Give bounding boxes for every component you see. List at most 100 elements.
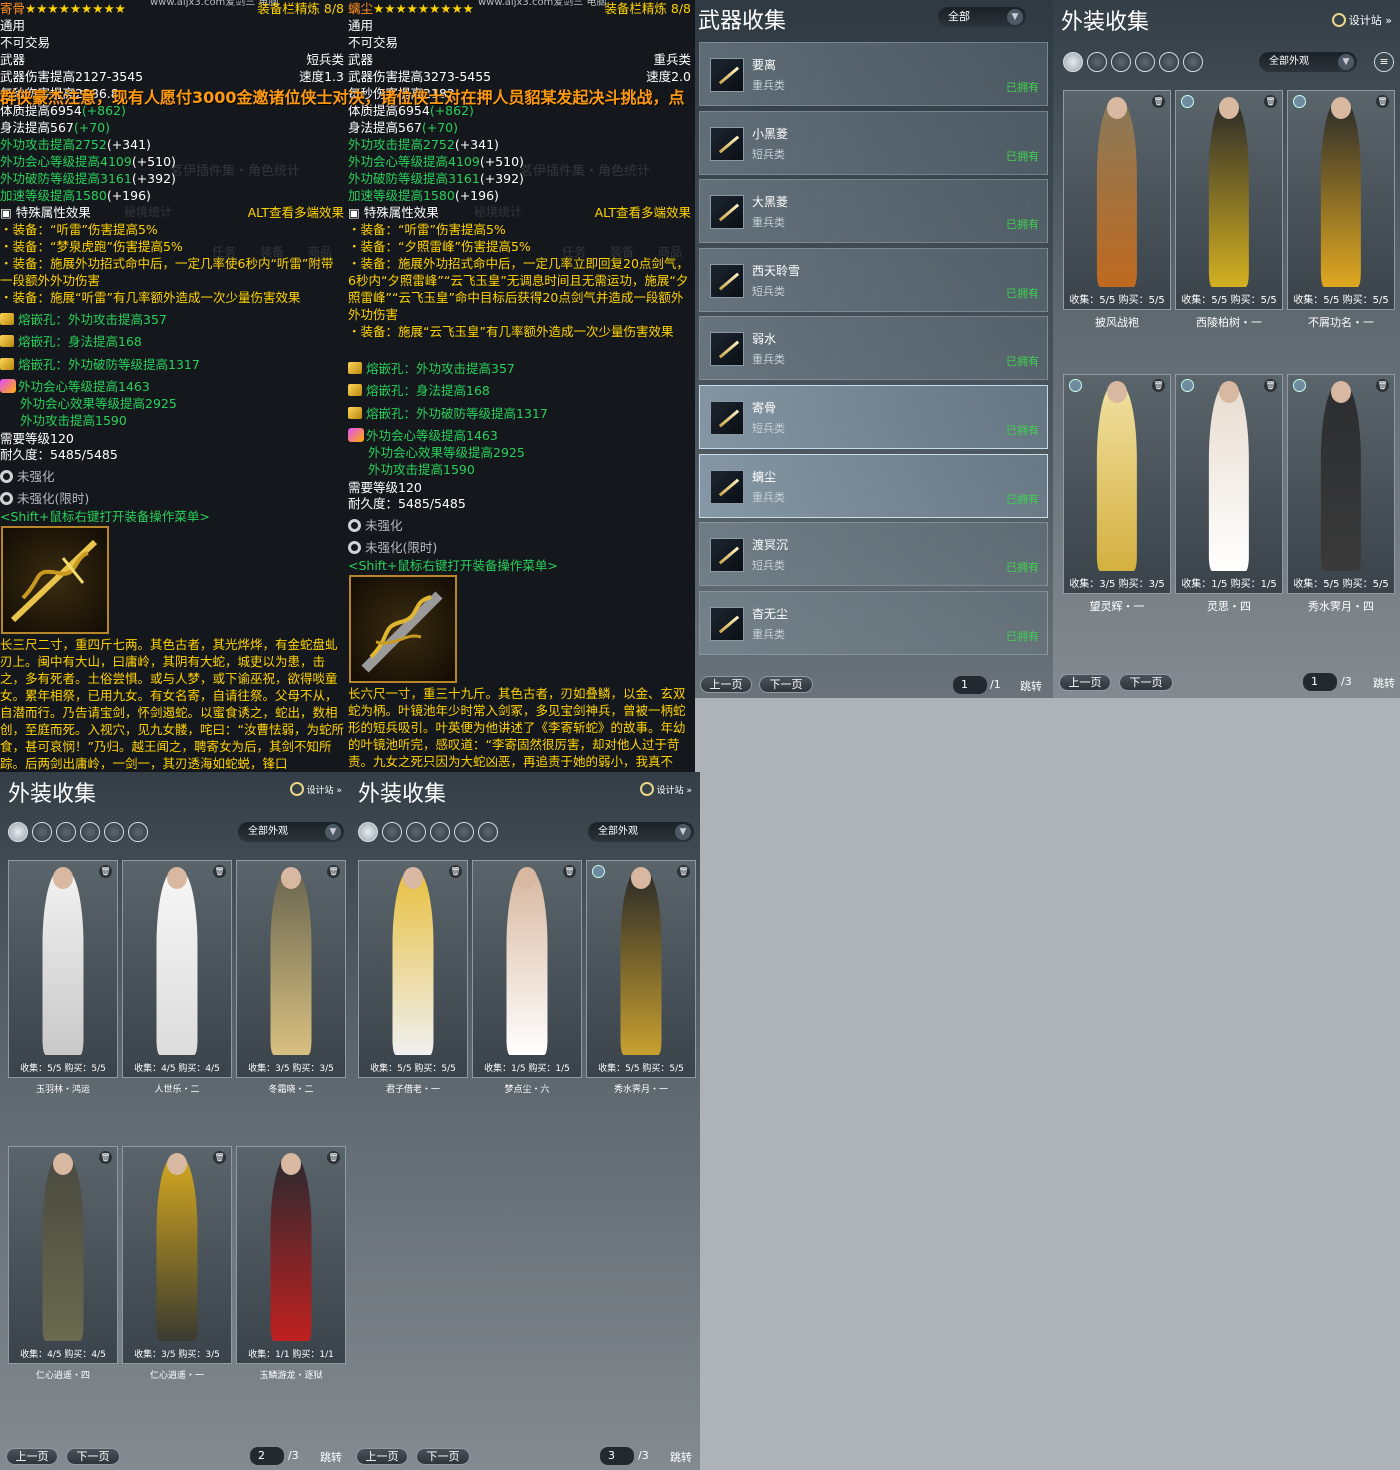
prev-page-button[interactable]: 上一页 [356,1448,408,1465]
costume-card[interactable]: 🗑 收集：3/5 购买：3/5 [1063,374,1171,594]
trash-icon[interactable]: 🗑 [563,865,576,878]
hat-icon[interactable] [1111,52,1131,72]
cape-icon[interactable] [430,822,450,842]
trash-icon[interactable]: 🗑 [213,1151,226,1164]
design-station-icon [639,782,654,796]
weapon-row[interactable]: 小黑菱 短兵类 已拥有 [699,110,1048,175]
all-icon[interactable] [8,822,28,842]
weapon-row[interactable]: 西天聆雪 短兵类 已拥有 [699,247,1048,312]
trash-icon[interactable]: 🗑 [1264,379,1277,392]
costume-card[interactable]: 🗑 收集：3/5 购买：3/5 [236,860,346,1078]
costume-name: 不屑功名・一 [1308,316,1374,329]
collection-count: 收集：5/5 购买：5/5 [1293,295,1389,306]
trash-icon[interactable]: 🗑 [1264,95,1277,108]
trash-icon[interactable]: 🗑 [213,865,226,878]
trash-icon[interactable]: 🗑 [99,1151,112,1164]
costume-card[interactable]: 🗑 收集：1/1 购买：1/1 [236,1146,346,1364]
prev-page-button[interactable]: 上一页 [700,676,752,693]
trash-icon[interactable]: 🗑 [99,865,112,878]
cape-icon[interactable] [1135,52,1155,72]
weapon-icon [710,401,744,435]
jump-button[interactable]: 跳转 [1020,678,1042,694]
menu-icon[interactable]: ≡ [1374,52,1394,72]
trash-icon[interactable]: 🗑 [327,865,340,878]
trash-icon[interactable]: 🗑 [1376,379,1389,392]
pendant-icon[interactable] [128,822,148,842]
socket-line: 熔嵌孔：身法提高168 [18,334,142,349]
costume-card[interactable]: 🗑 收集：5/5 购买：5/5 [1175,90,1283,310]
jump-button[interactable]: 跳转 [320,1449,342,1465]
appearance-filter-dropdown[interactable]: 全部外观 ▼ [1259,52,1357,72]
next-page-button[interactable]: 下一页 [759,676,813,693]
prev-page-button[interactable]: 上一页 [6,1448,58,1465]
page-input[interactable]: 1 [953,676,987,694]
stat-bonus: (+70) [73,120,110,135]
weapon-row[interactable]: 杳无尘 重兵类 已拥有 [699,590,1048,655]
pendant-icon[interactable] [1183,52,1203,72]
prev-page-button[interactable]: 上一页 [1059,674,1111,691]
pendant-icon[interactable] [478,822,498,842]
trash-icon[interactable]: 🗑 [327,1151,340,1164]
costume-card[interactable]: 🗑 收集：5/5 购买：5/5 [1287,90,1395,310]
item-description: 长六尺一寸，重三十九斤。其色古者，刃如叠鳞，以金、玄双蛇为柄。叶镜池年少时常入剑… [348,686,686,769]
hat-icon[interactable] [56,822,76,842]
owned-badge: 已拥有 [1006,492,1039,506]
bind-type: 通用 [348,18,374,33]
next-page-button[interactable]: 下一页 [66,1448,120,1465]
weapon-row[interactable]: 寄骨 短兵类 已拥有 [699,385,1048,449]
weapon-row[interactable]: 弱水 重兵类 已拥有 [699,316,1048,381]
page-input[interactable]: 3 [600,1447,634,1465]
next-page-button[interactable]: 下一页 [1119,674,1173,691]
costume-card[interactable]: 🗑 收集：5/5 购买：5/5 [8,860,118,1078]
weapon-row[interactable]: 要离 重兵类 已拥有 [699,42,1048,106]
gem-icon [348,407,362,419]
trash-icon[interactable]: 🗑 [449,865,462,878]
clothes-icon[interactable] [1087,52,1107,72]
costume-figure [1208,385,1250,571]
trash-icon[interactable]: 🗑 [1376,95,1389,108]
trash-icon[interactable]: 🗑 [1152,379,1165,392]
trash-icon[interactable]: 🗑 [677,865,690,878]
jump-button[interactable]: 跳转 [670,1449,692,1465]
weapon-row[interactable]: 螭尘 重兵类 已拥有 [699,453,1048,518]
costume-card[interactable]: 🗑 收集：5/5 购买：5/5 [358,860,468,1078]
jump-button[interactable]: 跳转 [1373,675,1395,691]
page-input[interactable]: 2 [250,1447,284,1465]
costume-card[interactable]: 🗑 收集：1/5 购买：1/5 [1175,374,1283,594]
weapon-name: 弱水 [752,332,777,347]
design-station-link[interactable]: 设计站 » [289,782,342,796]
mount-icon[interactable] [104,822,124,842]
costume-card[interactable]: 🗑 收集：4/5 购买：4/5 [8,1146,118,1364]
clothes-icon[interactable] [32,822,52,842]
design-station-link[interactable]: 设计站 » [639,782,692,796]
costume-card[interactable]: 🗑 收集：5/5 购买：5/5 [1063,90,1171,310]
costume-card[interactable]: 🗑 收集：3/5 购买：3/5 [122,1146,232,1364]
next-page-button[interactable]: 下一页 [416,1448,470,1465]
mount-icon[interactable] [1159,52,1179,72]
hat-icon[interactable] [406,822,426,842]
item-tooltip-chichen: 螭尘★★★★★★★★★ www.aijx3.com爱剑三 电脑 装备栏精炼 8/8 … [348,0,695,772]
chevron-down-icon: ▼ [1338,54,1354,70]
costume-card[interactable]: 🗑 收集：5/5 购买：5/5 [586,860,696,1078]
costume-card[interactable]: 🗑 收集：5/5 购买：5/5 [1287,374,1395,594]
all-icon[interactable] [1063,52,1083,72]
collection-count: 收集：3/5 购买：3/5 [1069,579,1165,590]
appearance-filter-dropdown[interactable]: 全部外观 ▼ [238,822,344,842]
appearance-filter-dropdown[interactable]: 全部外观 ▼ [588,822,694,842]
weapon-row[interactable]: 大黑菱 重兵类 已拥有 [699,179,1048,244]
design-station-icon [289,782,304,796]
clothes-icon[interactable] [382,822,402,842]
page-input[interactable]: 1 [1303,673,1337,691]
weapon-icon [710,195,744,230]
weapon-filter-dropdown[interactable]: 全部 ▼ [938,7,1026,27]
costume-card[interactable]: 🗑 收集：4/5 购买：4/5 [122,860,232,1078]
weapon-row[interactable]: 渡冥沉 短兵类 已拥有 [699,522,1048,587]
panel-title: 外装收集 [1061,10,1150,35]
design-station-link[interactable]: 设计站 » [1331,12,1392,28]
mount-icon[interactable] [454,822,474,842]
weapon-name: 要离 [752,58,777,72]
trash-icon[interactable]: 🗑 [1152,95,1165,108]
cape-icon[interactable] [80,822,100,842]
costume-card[interactable]: 🗑 收集：1/5 购买：1/5 [472,860,582,1078]
all-icon[interactable] [358,822,378,842]
